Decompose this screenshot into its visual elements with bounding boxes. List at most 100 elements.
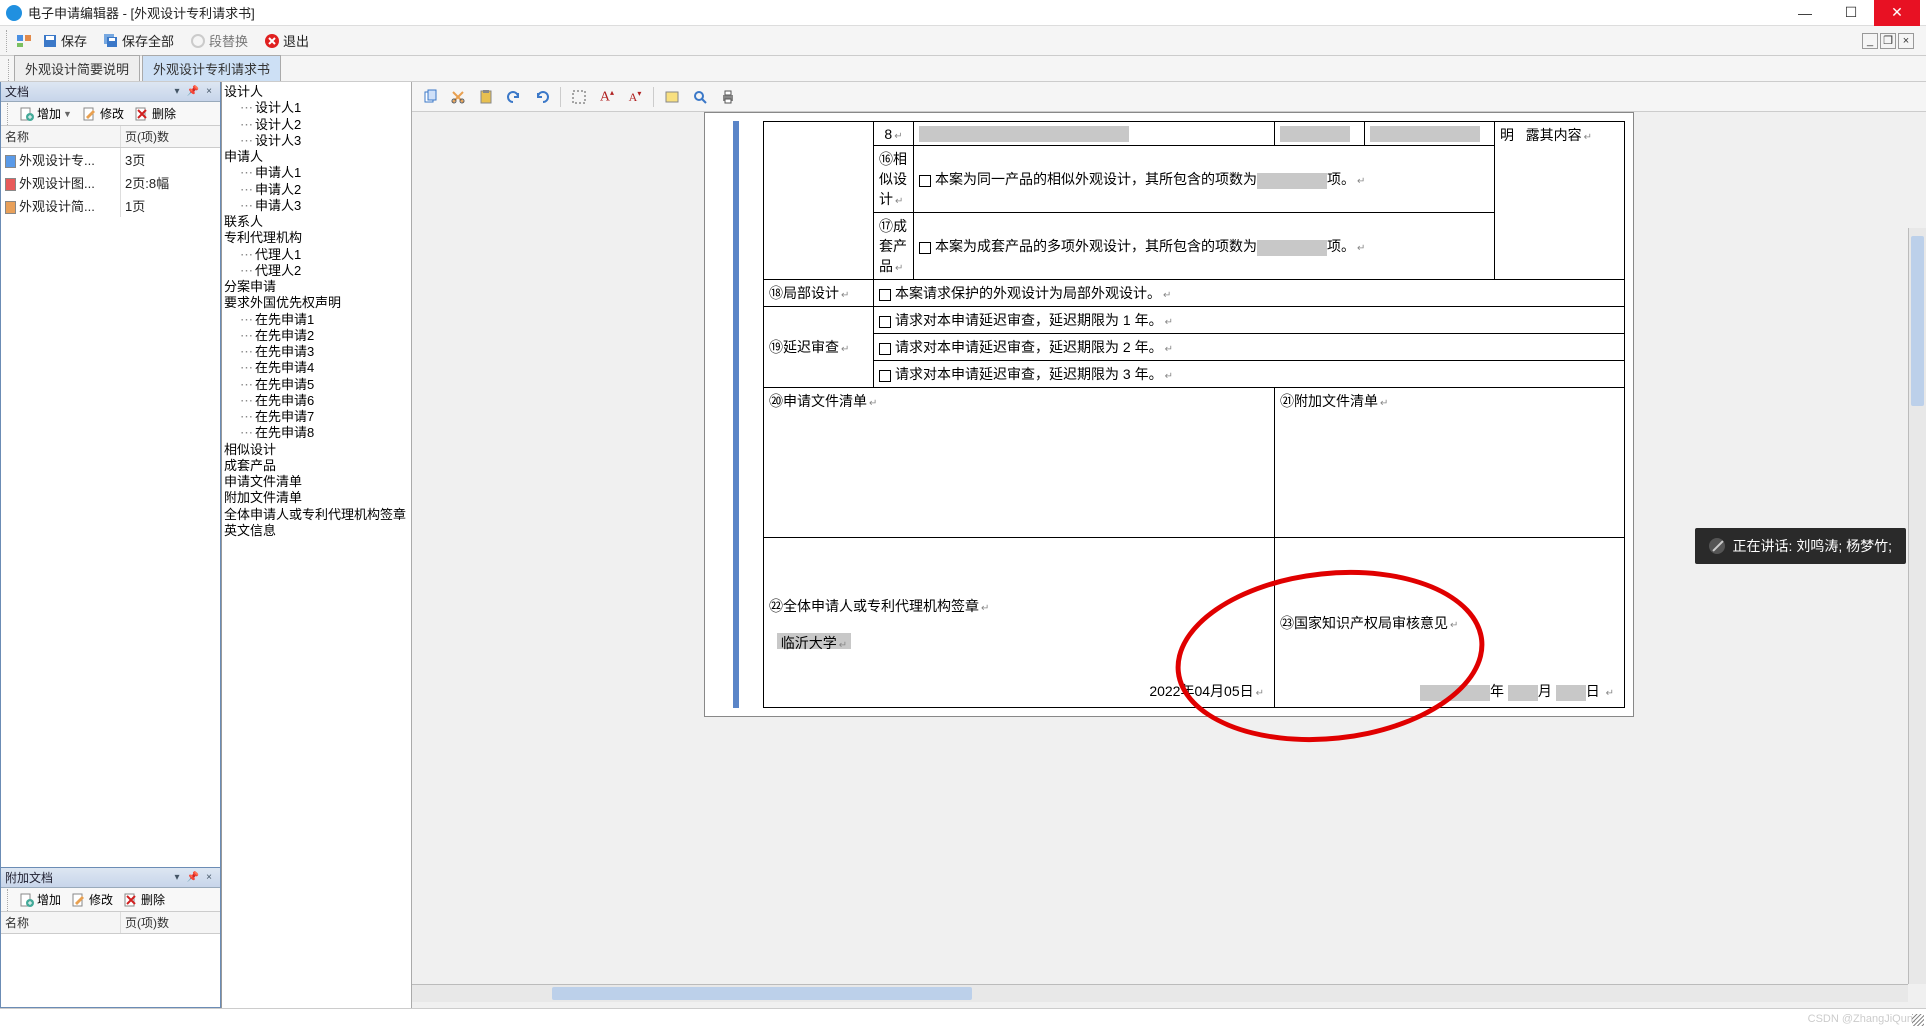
outline-node[interactable]: 分案申请	[224, 279, 409, 295]
redo-button[interactable]	[530, 85, 554, 109]
field-blank[interactable]	[1370, 126, 1480, 142]
panel-pin-icon[interactable]: 📌	[186, 871, 200, 885]
field-16[interactable]	[1257, 173, 1327, 189]
edit-icon	[71, 892, 87, 908]
panel-close-icon[interactable]: ×	[202, 871, 216, 885]
outline-child[interactable]: 申请人3	[224, 198, 409, 214]
maximize-button[interactable]: ☐	[1828, 0, 1874, 26]
att-delete-button[interactable]: 删除	[119, 890, 169, 909]
vertical-scrollbar[interactable]	[1908, 228, 1926, 984]
col-pages-header[interactable]: 页(项)数	[121, 126, 220, 147]
checkbox-16[interactable]	[919, 175, 931, 187]
checkbox-17[interactable]	[919, 242, 931, 254]
signature-value[interactable]: 临沂大学	[777, 633, 851, 649]
review-day[interactable]	[1556, 685, 1586, 701]
zoom-button[interactable]	[688, 85, 712, 109]
undo-button[interactable]	[502, 85, 526, 109]
resize-grip[interactable]	[1912, 1014, 1924, 1026]
outline-child[interactable]: 在先申请4	[224, 360, 409, 376]
outline-child[interactable]: 在先申请6	[224, 393, 409, 409]
outline-node[interactable]: 英文信息	[224, 523, 409, 539]
font-increase-button[interactable]: A▴	[595, 85, 619, 109]
outline-node[interactable]: 申请人	[224, 149, 409, 165]
outline-child[interactable]: 在先申请5	[224, 377, 409, 393]
outline-child[interactable]: 在先申请3	[224, 344, 409, 360]
app-icon	[6, 5, 22, 21]
save-all-button[interactable]: 保存全部	[97, 29, 180, 52]
tab-brief-desc[interactable]: 外观设计简要说明	[14, 55, 140, 81]
outline-child[interactable]: 在先申请8	[224, 425, 409, 441]
panel-close-icon[interactable]: ×	[202, 85, 216, 99]
outline-node[interactable]: 联系人	[224, 214, 409, 230]
signature-cell[interactable]: ㉒全体申请人或专利代理机构签章 临沂大学 2022年04月05日	[764, 538, 1275, 708]
form-button[interactable]	[660, 85, 684, 109]
copy-button[interactable]	[418, 85, 442, 109]
outline-node[interactable]: 附加文件清单	[224, 490, 409, 506]
scroll-thumb[interactable]	[1911, 236, 1924, 406]
mdi-minimize[interactable]: _	[1862, 33, 1878, 49]
outline-tree[interactable]: 设计人设计人1设计人2设计人3申请人申请人1申请人2申请人3联系人专利代理机构代…	[222, 82, 412, 1008]
save-button[interactable]: 保存	[36, 29, 93, 52]
outline-child[interactable]: 设计人1	[224, 100, 409, 116]
outline-child[interactable]: 在先申请7	[224, 409, 409, 425]
panel-menu-icon[interactable]: ▾	[170, 871, 184, 885]
paste-button[interactable]	[474, 85, 498, 109]
document-list[interactable]: 外观设计专...3页外观设计图...2页:8幅外观设计简...1页	[1, 148, 220, 867]
outline-child[interactable]: 代理人2	[224, 263, 409, 279]
font-decrease-button[interactable]: A▾	[623, 85, 647, 109]
outline-node[interactable]: 全体申请人或专利代理机构签章	[224, 507, 409, 523]
checkbox-18[interactable]	[879, 289, 891, 301]
outline-node[interactable]: 设计人	[224, 84, 409, 100]
checkbox-19-1[interactable]	[879, 316, 891, 328]
outline-node[interactable]: 申请文件清单	[224, 474, 409, 490]
scroll-thumb[interactable]	[552, 987, 972, 1000]
mdi-restore[interactable]: ❐	[1880, 33, 1896, 49]
outline-node[interactable]: 要求外国优先权声明	[224, 295, 409, 311]
checkbox-19-2[interactable]	[879, 343, 891, 355]
doc-row[interactable]: 外观设计专...3页	[1, 148, 220, 171]
mdi-close[interactable]: ×	[1898, 33, 1914, 49]
doc-row[interactable]: 外观设计图...2页:8幅	[1, 171, 220, 194]
review-year[interactable]	[1420, 685, 1490, 701]
select-button[interactable]	[567, 85, 591, 109]
outline-child[interactable]: 代理人1	[224, 247, 409, 263]
panel-pin-icon[interactable]: 📌	[186, 85, 200, 99]
outline-node[interactable]: 专利代理机构	[224, 230, 409, 246]
window-buttons: — ☐ ✕	[1782, 0, 1920, 26]
outline-child[interactable]: 申请人1	[224, 165, 409, 181]
horizontal-scrollbar[interactable]	[412, 984, 1908, 1002]
outline-child[interactable]: 设计人2	[224, 117, 409, 133]
review-month[interactable]	[1508, 685, 1538, 701]
exit-button[interactable]: 退出	[258, 29, 315, 52]
doc-modify-button[interactable]: 修改	[78, 104, 128, 123]
tab-patent-request[interactable]: 外观设计专利请求书	[142, 55, 281, 81]
outline-node[interactable]: 相似设计	[224, 442, 409, 458]
outline-child[interactable]: 在先申请2	[224, 328, 409, 344]
panel-menu-icon[interactable]: ▾	[170, 85, 184, 99]
outline-child[interactable]: 申请人2	[224, 182, 409, 198]
minimize-button[interactable]: —	[1782, 0, 1828, 26]
segment-replace-button[interactable]: 段替换	[184, 29, 254, 52]
doc-row[interactable]: 外观设计简...1页	[1, 194, 220, 217]
attachment-list[interactable]	[1, 934, 220, 1007]
doc-delete-button[interactable]: 删除	[130, 104, 180, 123]
outline-child[interactable]: 设计人3	[224, 133, 409, 149]
att-col-pages[interactable]: 页(项)数	[121, 912, 220, 933]
print-button[interactable]	[716, 85, 740, 109]
field-17[interactable]	[1257, 240, 1327, 256]
doc-add-button[interactable]: 增加 ▼	[15, 104, 76, 123]
att-add-button[interactable]: 增加	[15, 890, 65, 909]
att-modify-button[interactable]: 修改	[67, 890, 117, 909]
outline-node[interactable]: 成套产品	[224, 458, 409, 474]
att-col-name[interactable]: 名称	[1, 912, 121, 933]
outline-child[interactable]: 在先申请1	[224, 312, 409, 328]
field-blank[interactable]	[919, 126, 1129, 142]
field-blank[interactable]	[1280, 126, 1350, 142]
add-icon	[19, 892, 35, 908]
col-name-header[interactable]: 名称	[1, 126, 121, 147]
left-column: 文档 ▾ 📌 × 增加 ▼ 修改 删除	[0, 82, 222, 1008]
text-18: 本案请求保护的外观设计为局部外观设计。	[895, 285, 1161, 301]
cut-button[interactable]	[446, 85, 470, 109]
checkbox-19-3[interactable]	[879, 370, 891, 382]
close-button[interactable]: ✕	[1874, 0, 1920, 26]
